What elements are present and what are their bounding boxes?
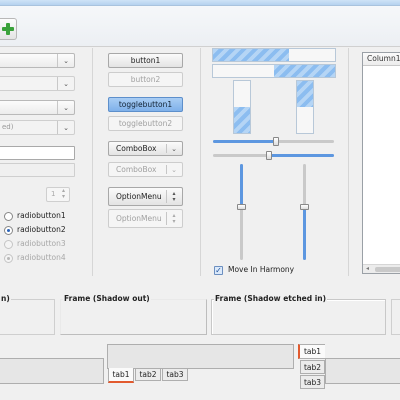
radiobutton3-label: radiobutton3 xyxy=(17,239,66,248)
combobox-button-label: ComboBox xyxy=(116,144,157,153)
spin-value: 1 xyxy=(51,190,56,198)
tree-column-header[interactable]: Column1 xyxy=(363,53,400,66)
vscale-2-fill xyxy=(303,207,306,260)
button2: button2 xyxy=(108,72,183,87)
up-down-arrows-icon: ▴ ▾ xyxy=(172,189,176,203)
radiobutton4-label: radiobutton4 xyxy=(17,253,66,262)
hscale-1-fill xyxy=(213,140,276,143)
chevron-down-icon: ⌄ xyxy=(57,121,74,134)
frame-shadow-etched-in-title: Frame (Shadow etched in) xyxy=(214,294,328,303)
togglebutton1[interactable]: togglebutton1 xyxy=(108,97,183,112)
column-separator-2 xyxy=(200,48,201,276)
hscale-2-fill xyxy=(268,154,334,157)
notebook-bottom-tab3[interactable]: tab3 xyxy=(162,368,188,381)
chevron-down-icon: ⌄ xyxy=(171,165,177,174)
tree-hscrollbar[interactable]: ◂ xyxy=(363,264,400,273)
frame-1 xyxy=(0,299,55,335)
toolbar xyxy=(0,0,400,46)
progress-fill xyxy=(297,81,313,107)
optionmenu-button[interactable]: OptionMenu ▴ ▾ xyxy=(108,187,183,206)
chevron-down-icon[interactable]: ⌄ xyxy=(57,101,74,114)
add-toolbar-button[interactable] xyxy=(0,18,17,40)
hscale-1-handle[interactable] xyxy=(272,137,279,146)
progress-fill xyxy=(234,107,250,133)
button1[interactable]: button1 xyxy=(108,53,183,68)
combo-box-2-text: ed) xyxy=(2,123,14,131)
combobox-button-disabled-label: ComboBox xyxy=(116,165,157,174)
combo-entry-1[interactable]: ⌄ xyxy=(0,53,75,68)
radiobutton4-indicator xyxy=(4,254,13,263)
chevron-down-icon[interactable]: ⌄ xyxy=(57,54,74,67)
frame-4 xyxy=(391,299,400,335)
hscale-2-trough[interactable] xyxy=(213,154,334,157)
up-down-arrows-icon: ▴ ▾ xyxy=(172,211,176,225)
progress-bar-horizontal-2 xyxy=(212,64,336,78)
notebook-bottom-tab1[interactable]: tab1 xyxy=(108,368,134,383)
notebook-left-tabs-page xyxy=(325,358,400,384)
scrollbar-thumb[interactable] xyxy=(375,267,400,272)
progress-fill xyxy=(213,49,289,61)
combobox-button[interactable]: ComboBox ⌄ xyxy=(108,141,183,156)
radiobutton2-indicator[interactable] xyxy=(4,226,13,235)
column-separator-3 xyxy=(348,48,349,276)
window-top-strip xyxy=(0,0,400,6)
frame-shadow-out xyxy=(60,299,207,335)
scroll-left-icon[interactable]: ◂ xyxy=(366,265,369,272)
vscale-2-handle[interactable] xyxy=(300,204,309,211)
progress-bar-horizontal-1 xyxy=(212,48,336,62)
togglebutton2: togglebutton2 xyxy=(108,116,183,131)
notebook-bottom-tab2[interactable]: tab2 xyxy=(135,368,161,381)
vscale-1-fill xyxy=(240,164,243,208)
chevron-down-icon: ⌄ xyxy=(171,144,177,153)
progress-fill xyxy=(274,65,335,77)
spin-button: 1 ▴ ▾ xyxy=(46,187,70,202)
text-entry[interactable] xyxy=(0,146,75,160)
progress-bar-vertical-2 xyxy=(296,80,314,134)
notebook-left-tabs-tab2[interactable]: tab2 xyxy=(300,360,325,374)
combobox-button-disabled: ComboBox ⌄ xyxy=(108,162,183,177)
frame-shadow-etched-in xyxy=(211,299,386,335)
notebook-bottom-tabs-page xyxy=(107,344,294,369)
vscale-2-trough[interactable] xyxy=(303,164,306,260)
add-icon xyxy=(2,23,14,35)
vscale-1-handle[interactable] xyxy=(237,204,246,211)
hscale-2-handle[interactable] xyxy=(265,151,272,160)
move-in-harmony-label[interactable]: Move In Harmony xyxy=(228,265,294,274)
tree-view[interactable]: Column1 ◂ xyxy=(362,52,400,274)
vscale-1-trough[interactable] xyxy=(240,164,243,260)
frame-1-title: n) xyxy=(0,294,11,303)
combo-entry-2: ⌄ xyxy=(0,76,75,91)
combo-box-1[interactable]: ⌄ xyxy=(0,100,75,115)
optionmenu-button-disabled-label: OptionMenu xyxy=(116,214,162,223)
column-separator-1 xyxy=(92,48,93,276)
radiobutton1-indicator[interactable] xyxy=(4,212,13,221)
frame-shadow-out-title: Frame (Shadow out) xyxy=(63,294,151,303)
notebook-left-tabs-tab3[interactable]: tab3 xyxy=(300,375,325,389)
text-entry-disabled xyxy=(0,163,75,177)
notebook-left-page xyxy=(0,358,104,384)
optionmenu-button-disabled: OptionMenu ▴ ▾ xyxy=(108,209,183,228)
chevron-down-icon: ⌄ xyxy=(57,77,74,90)
radiobutton3-indicator xyxy=(4,240,13,249)
radiobutton1-label[interactable]: radiobutton1 xyxy=(17,211,66,220)
combo-box-2: ed) ⌄ xyxy=(0,120,75,135)
radiobutton2-label[interactable]: radiobutton2 xyxy=(17,225,66,234)
toolbar-divider xyxy=(0,46,400,47)
progress-bar-vertical-1 xyxy=(233,80,251,134)
move-in-harmony-checkbox[interactable]: ✓ xyxy=(214,266,223,275)
notebook-left-tabs-tab1[interactable]: tab1 xyxy=(298,344,325,359)
spin-arrows-icon: ▴ ▾ xyxy=(62,187,66,200)
optionmenu-button-label: OptionMenu xyxy=(116,192,162,201)
